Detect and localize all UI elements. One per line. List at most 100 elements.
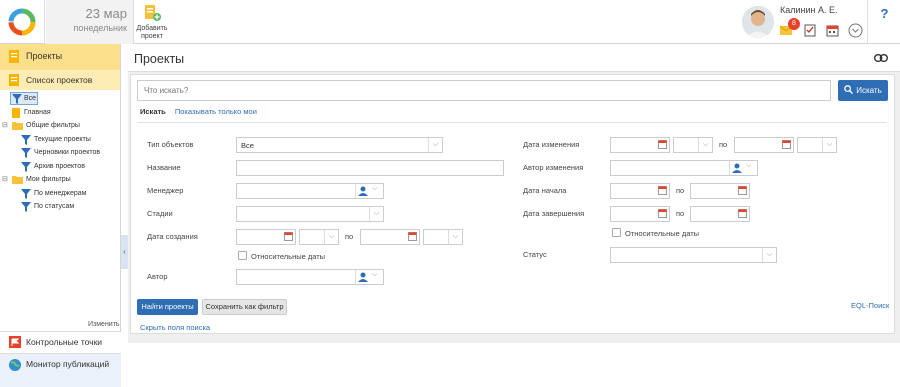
filter-tree: Все Главная ⊟ Общие фильтры Текущие прое…: [0, 90, 120, 214]
folder-icon: [12, 122, 23, 130]
status-label: Статус: [523, 250, 547, 259]
to-label: по: [719, 140, 728, 149]
name-label: Название: [147, 163, 181, 172]
start-from-date-field[interactable]: [610, 183, 670, 199]
modified-author-field[interactable]: ⌵: [610, 160, 758, 176]
relative-dates-label: Относительные даты: [251, 252, 326, 261]
calendar-icon[interactable]: [281, 230, 295, 244]
search-tabs: Искать Показывать только мои: [140, 107, 257, 116]
tree-item-by-status[interactable]: По статусам: [0, 200, 120, 214]
sidebar-item-projects[interactable]: Проекты: [0, 44, 120, 70]
tree-item-drafts[interactable]: Черновики проектов: [0, 146, 120, 160]
tree-item-archive[interactable]: Архив проектов: [0, 160, 120, 174]
filter-icon: [21, 202, 31, 212]
modified-author-label: Автор изменения: [523, 163, 584, 172]
relative-dates-right-label: Относительные даты: [625, 229, 700, 238]
tab-search[interactable]: Искать: [140, 107, 166, 116]
checkpoint-icon: [9, 336, 21, 348]
link-icon[interactable]: [874, 54, 888, 62]
stages-label: Стадии: [147, 209, 173, 218]
save-as-filter-button[interactable]: Сохранить как фильтр: [202, 299, 287, 315]
filter-icon: [21, 188, 31, 199]
stages-select[interactable]: ⌵: [236, 206, 384, 222]
end-to-date-field[interactable]: [690, 206, 750, 222]
filter-icon: [21, 134, 31, 145]
to-label: по: [676, 209, 685, 218]
object-type-select[interactable]: Все ⌵: [236, 137, 443, 153]
collapse-sidebar-button[interactable]: ‹: [121, 235, 128, 269]
eql-search-link[interactable]: EQL-Поиск: [851, 301, 889, 310]
created-to-date-field[interactable]: [360, 229, 420, 245]
calendar-icon[interactable]: [779, 138, 793, 152]
date-day: 23 мар: [85, 6, 127, 21]
tree-item-current-projects[interactable]: Текущие проекты: [0, 133, 120, 147]
calendar-icon[interactable]: [405, 230, 419, 244]
calendar-icon[interactable]: [826, 24, 839, 39]
tree-item-label: Текущие проекты: [34, 135, 91, 143]
notification-badge: 8: [788, 18, 800, 30]
calendar-icon[interactable]: [655, 138, 669, 152]
search-button-label: Искать: [856, 86, 882, 95]
to-label: по: [345, 232, 354, 241]
edit-link[interactable]: Изменить: [88, 321, 120, 328]
sidebar: Проекты Список проектов Все Главная ⊟ Об…: [0, 44, 121, 387]
name-field[interactable]: [236, 160, 504, 176]
calendar-icon[interactable]: [655, 207, 669, 221]
relative-dates-checkbox[interactable]: [238, 251, 247, 260]
manager-field[interactable]: ⌵: [236, 183, 384, 199]
tree-item-label: Черновики проектов: [34, 149, 101, 156]
sidebar-item-project-list[interactable]: Список проектов: [0, 70, 120, 90]
object-type-value: Все: [241, 141, 254, 150]
help-button[interactable]: ?: [869, 0, 900, 44]
start-to-date-field[interactable]: [690, 183, 750, 199]
modified-to-time-select[interactable]: ⌵: [797, 137, 837, 153]
chevron-down-icon[interactable]: ⌵: [746, 162, 751, 170]
chevron-down-icon[interactable]: ⌵: [372, 185, 377, 193]
tree-item-by-managers[interactable]: По менеджерам: [0, 187, 120, 201]
modified-from-time-select[interactable]: ⌵: [673, 137, 713, 153]
tasks-icon[interactable]: [804, 24, 816, 39]
created-from-date-field[interactable]: [236, 229, 296, 245]
tree-item-my-filters[interactable]: ⊟ Мои фильтры: [0, 173, 120, 187]
user-name[interactable]: Калинин А. Е.: [780, 5, 838, 15]
user-menu-chevron-icon[interactable]: [848, 23, 863, 40]
chevron-left-icon: ‹: [123, 247, 126, 256]
end-from-date-field[interactable]: [610, 206, 670, 222]
add-project-button[interactable]: Добавить проект: [135, 0, 169, 44]
tab-only-mine[interactable]: Показывать только мои: [175, 107, 257, 116]
app-logo-icon[interactable]: [0, 0, 45, 44]
calendar-icon[interactable]: [735, 207, 749, 221]
modified-to-date-field[interactable]: [734, 137, 794, 153]
user-icon[interactable]: [358, 272, 368, 282]
modified-from-date-field[interactable]: [610, 137, 670, 153]
chevron-down-icon: ⌵: [698, 138, 712, 152]
relative-dates-right-checkbox[interactable]: [612, 228, 621, 237]
user-icon[interactable]: [732, 163, 742, 173]
search-button[interactable]: Искать: [838, 80, 888, 101]
modified-date-label: Дата изменения: [523, 140, 580, 149]
chevron-down-icon: ⌵: [822, 138, 836, 152]
user-icon[interactable]: [358, 186, 368, 196]
hide-search-fields-link[interactable]: Скрыть поля поиска: [140, 323, 210, 332]
status-select[interactable]: ⌵: [610, 247, 777, 263]
search-input[interactable]: Что искать?: [137, 80, 831, 101]
chevron-down-icon[interactable]: ⌵: [372, 271, 377, 279]
tree-item-all[interactable]: Все: [0, 92, 120, 106]
created-to-time-select[interactable]: ⌵: [423, 229, 463, 245]
object-type-label: Тип объектов: [147, 140, 194, 149]
calendar-icon[interactable]: [735, 184, 749, 198]
tree-item-label: По менеджерам: [34, 189, 87, 197]
find-projects-button[interactable]: Найти проекты: [137, 299, 198, 315]
tree-item-label: Мои фильтры: [26, 176, 71, 183]
tree-item-main[interactable]: Главная: [0, 106, 120, 120]
sidebar-item-publication-monitor[interactable]: Монитор публикаций: [0, 353, 121, 387]
avatar[interactable]: [742, 6, 774, 38]
created-from-time-select[interactable]: ⌵: [299, 229, 339, 245]
tree-item-common-filters[interactable]: ⊟ Общие фильтры: [0, 119, 120, 133]
chevron-down-icon: ⌵: [428, 138, 442, 152]
top-bar: 23 мар понедельник Добавить проект Калин…: [0, 0, 900, 44]
calendar-icon[interactable]: [655, 184, 669, 198]
author-field[interactable]: ⌵: [236, 269, 384, 285]
sidebar-item-checkpoints[interactable]: Контрольные точки: [0, 331, 121, 353]
filter-icon: [12, 94, 22, 104]
